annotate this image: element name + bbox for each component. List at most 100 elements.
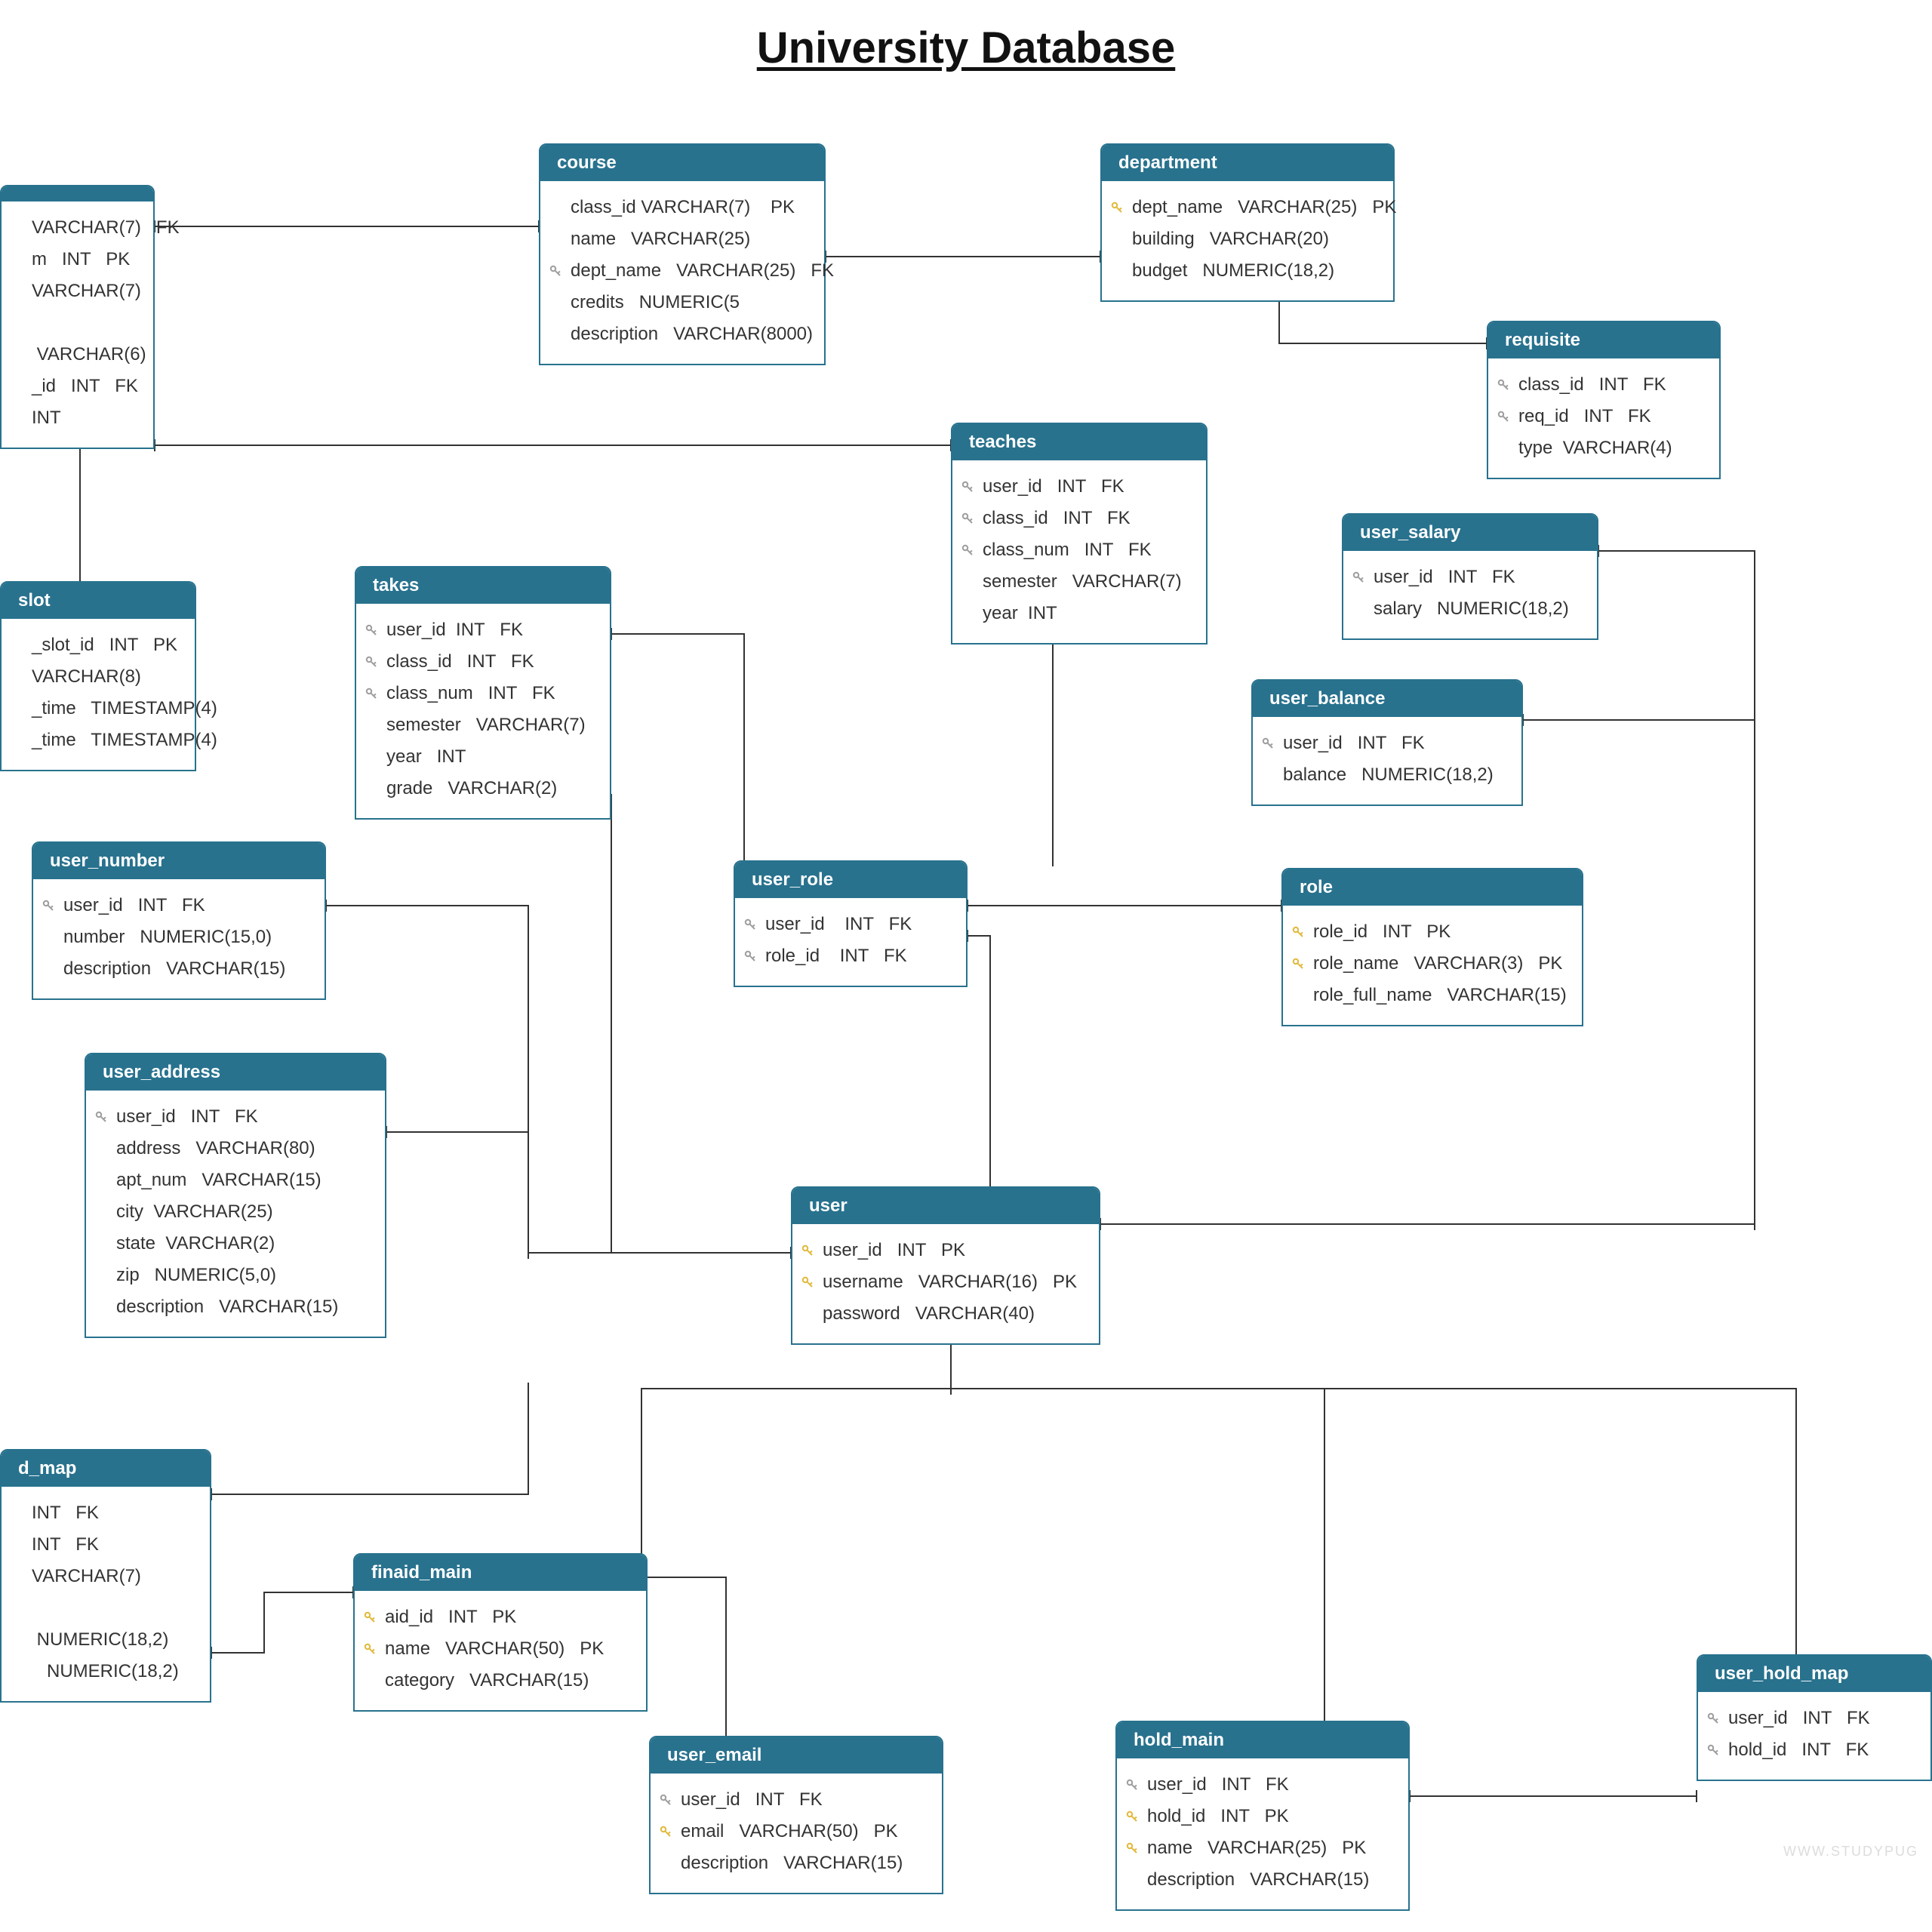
relationship-connector bbox=[211, 1389, 528, 1494]
foreign-key-icon bbox=[365, 624, 377, 636]
column-row: req_id INT FK bbox=[1518, 401, 1704, 432]
entity-slot[interactable]: slot_slot_id INT PKVARCHAR(8)_time TIMES… bbox=[0, 581, 196, 771]
column-row: name VARCHAR(25) bbox=[571, 223, 809, 255]
entity-role[interactable]: rolerole_id INT PKrole_name VARCHAR(3) P… bbox=[1281, 868, 1583, 1026]
column-row: type VARCHAR(4) bbox=[1518, 432, 1704, 464]
entity-user_email[interactable]: user_emailuser_id INT FKemail VARCHAR(50… bbox=[649, 1736, 943, 1894]
foreign-key-icon bbox=[1707, 1712, 1719, 1724]
entity-body: class_id INT FKreq_id INT FKtype VARCHAR… bbox=[1488, 358, 1719, 478]
entity-header: teaches bbox=[952, 424, 1206, 460]
column-row: description VARCHAR(8000) bbox=[571, 318, 809, 350]
column-row: user_id INT FK bbox=[983, 471, 1191, 503]
column-row: class_id INT FK bbox=[1518, 369, 1704, 401]
entity-department[interactable]: departmentdept_name VARCHAR(25) PKbuildi… bbox=[1100, 143, 1395, 302]
column-row: year INT bbox=[386, 741, 595, 773]
column-row: password VARCHAR(40) bbox=[823, 1298, 1084, 1330]
primary-key-icon bbox=[1126, 1810, 1138, 1823]
column-row: class_num INT FK bbox=[386, 678, 595, 709]
entity-d_map[interactable]: d_mapINT FKINT FKVARCHAR(7) NUMERIC(18,2… bbox=[0, 1449, 211, 1703]
entity-body: class_id VARCHAR(7) PKname VARCHAR(25)de… bbox=[540, 181, 824, 364]
entity-user[interactable]: useruser_id INT PKusername VARCHAR(16) P… bbox=[791, 1186, 1100, 1345]
relationship-connector bbox=[641, 1338, 951, 1736]
foreign-key-icon bbox=[961, 544, 974, 556]
entity-teaches[interactable]: teachesuser_id INT FKclass_id INT FKclas… bbox=[951, 423, 1208, 645]
column-row: VARCHAR(7) bbox=[32, 275, 138, 307]
relationship-connector bbox=[951, 1389, 1796, 1654]
column-row: name VARCHAR(25) PK bbox=[1147, 1832, 1393, 1864]
column-row: zip NUMERIC(5,0) bbox=[116, 1260, 370, 1291]
entity-course[interactable]: courseclass_id VARCHAR(7) PKname VARCHAR… bbox=[539, 143, 826, 365]
column-row: VARCHAR(6) bbox=[32, 339, 138, 371]
foreign-key-icon bbox=[365, 688, 377, 700]
relationship-connector bbox=[611, 634, 744, 860]
entity-user_number[interactable]: user_numberuser_id INT FKnumber NUMERIC(… bbox=[32, 841, 326, 1000]
entity-requisite[interactable]: requisiteclass_id INT FKreq_id INT FKtyp… bbox=[1487, 321, 1721, 479]
relationship-connector bbox=[211, 1592, 353, 1653]
entity-user_address[interactable]: user_addressuser_id INT FKaddress VARCHA… bbox=[85, 1053, 386, 1338]
entity-header: hold_main bbox=[1117, 1722, 1408, 1758]
entity-header: user_salary bbox=[1343, 515, 1597, 551]
entity-header: takes bbox=[356, 568, 610, 604]
foreign-key-icon bbox=[961, 481, 974, 493]
foreign-key-icon bbox=[42, 900, 54, 912]
foreign-key-icon bbox=[744, 918, 756, 931]
relationship-connector bbox=[951, 1389, 1324, 1721]
column-row: balance NUMERIC(18,2) bbox=[1283, 759, 1506, 791]
column-row: description VARCHAR(15) bbox=[1147, 1864, 1393, 1896]
entity-body: user_id INT FKrole_id INT FK bbox=[735, 898, 966, 986]
column-row: class_id INT FK bbox=[983, 503, 1191, 534]
column-row: category VARCHAR(15) bbox=[385, 1665, 631, 1697]
relationship-connector bbox=[386, 1132, 528, 1253]
column-row: salary NUMERIC(18,2) bbox=[1374, 593, 1582, 625]
entity-body: user_id INT FKemail VARCHAR(50) PKdescri… bbox=[651, 1774, 942, 1893]
column-row: user_id INT FK bbox=[681, 1784, 927, 1816]
entity-user_balance[interactable]: user_balanceuser_id INT FKbalance NUMERI… bbox=[1251, 679, 1523, 806]
primary-key-icon bbox=[1292, 958, 1304, 970]
column-row: grade VARCHAR(2) bbox=[386, 773, 595, 804]
foreign-key-icon bbox=[1497, 411, 1509, 423]
column-row: state VARCHAR(2) bbox=[116, 1228, 370, 1260]
foreign-key-icon bbox=[1352, 571, 1364, 583]
column-row: _id INT FK bbox=[32, 371, 138, 402]
column-row: m INT PK bbox=[32, 244, 138, 275]
entity-body: INT FKINT FKVARCHAR(7) NUMERIC(18,2) NUM… bbox=[2, 1487, 210, 1701]
column-row: city VARCHAR(25) bbox=[116, 1196, 370, 1228]
entity-header: requisite bbox=[1488, 322, 1719, 358]
column-row: role_full_name VARCHAR(15) bbox=[1313, 980, 1567, 1011]
column-row: description VARCHAR(15) bbox=[63, 953, 309, 985]
column-row: _time TIMESTAMP(4) bbox=[32, 693, 180, 724]
entity-user_salary[interactable]: user_salaryuser_id INT FKsalary NUMERIC(… bbox=[1342, 513, 1598, 640]
foreign-key-icon bbox=[1126, 1779, 1138, 1791]
column-row: INT FK bbox=[32, 1497, 195, 1529]
column-row: NUMERIC(18,2) bbox=[32, 1624, 195, 1656]
entity-user_role[interactable]: user_roleuser_id INT FKrole_id INT FK bbox=[734, 860, 968, 987]
column-row: VARCHAR(8) bbox=[32, 661, 180, 693]
watermark: WWW.STUDYPUG bbox=[1783, 1844, 1918, 1860]
entity-header: user_address bbox=[86, 1054, 385, 1091]
foreign-key-icon bbox=[95, 1111, 107, 1123]
entity-hold_main[interactable]: hold_mainuser_id INT FKhold_id INT PKnam… bbox=[1115, 1721, 1410, 1911]
entity-section[interactable]: VARCHAR(7) FKm INT PKVARCHAR(7) VARCHAR(… bbox=[0, 185, 155, 449]
foreign-key-icon bbox=[549, 265, 561, 277]
entity-user_hold_map[interactable]: user_hold_mapuser_id INT FKhold_id INT F… bbox=[1697, 1654, 1932, 1781]
entity-header: user_role bbox=[735, 862, 966, 898]
column-row: semester VARCHAR(7) bbox=[983, 566, 1191, 598]
entity-header: course bbox=[540, 145, 824, 181]
foreign-key-icon bbox=[744, 950, 756, 962]
column-row: user_id INT FK bbox=[765, 909, 951, 940]
column-row: username VARCHAR(16) PK bbox=[823, 1266, 1084, 1298]
column-row: budget NUMERIC(18,2) bbox=[1132, 255, 1378, 287]
column-row: name VARCHAR(50) PK bbox=[385, 1633, 631, 1665]
column-row: user_id INT FK bbox=[116, 1101, 370, 1133]
column-row: user_id INT FK bbox=[1283, 728, 1506, 759]
primary-key-icon bbox=[1111, 202, 1123, 214]
entity-header: user_balance bbox=[1253, 681, 1521, 717]
column-row: credits NUMERIC(5 bbox=[571, 287, 809, 318]
entity-header: role bbox=[1283, 869, 1582, 906]
entity-body: user_id INT FKbalance NUMERIC(18,2) bbox=[1253, 717, 1521, 804]
entity-header: user_email bbox=[651, 1737, 942, 1774]
entity-finaid_main[interactable]: finaid_mainaid_id INT PKname VARCHAR(50)… bbox=[353, 1553, 648, 1712]
foreign-key-icon bbox=[961, 512, 974, 525]
column-row: dept_name VARCHAR(25) FK bbox=[571, 255, 809, 287]
entity-takes[interactable]: takesuser_id INT FKclass_id INT FKclass_… bbox=[355, 566, 611, 820]
